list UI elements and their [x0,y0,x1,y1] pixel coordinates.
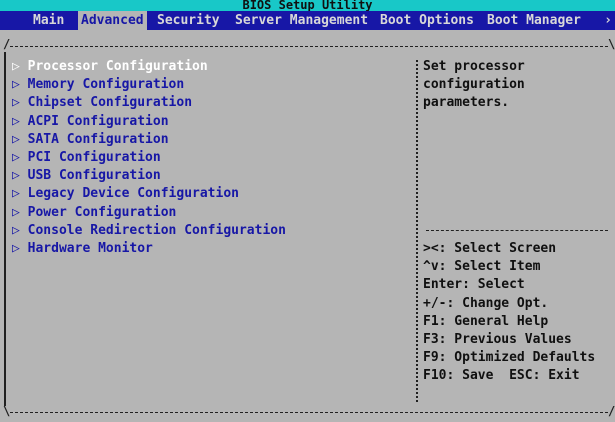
left-frame-line [4,52,6,406]
submenu-arrow-icon: ▷ [12,150,20,165]
help-text-line: configuration [423,77,525,93]
key-help-line: F9: Optimized Defaults [423,350,596,366]
menu-item-pci-configuration[interactable]: ▷ PCI Configuration [12,149,161,167]
menu-item-label: ACPI Configuration [27,113,169,129]
frame-corner-top-left: / [3,37,11,51]
tab-security[interactable]: Security [154,11,223,30]
menu-item-usb-configuration[interactable]: ▷ USB Configuration [12,167,161,185]
tab-boot-options[interactable]: Boot Options [377,11,477,30]
key-help-line: Enter: Select [423,277,525,293]
submenu-arrow-icon: ▷ [12,59,20,74]
help-text-line: Set processor [423,59,525,74]
menu-item-label: Memory Configuration [27,77,185,93]
tab-advanced[interactable]: Advanced [78,11,147,30]
menu-item-label: Legacy Device Configuration [27,186,239,202]
menu-item-sata-configuration[interactable]: ▷ SATA Configuration [12,131,169,149]
menu-item-label: Chipset Configuration [27,95,193,111]
divider-line [416,60,418,402]
bios-screen: BIOS Setup Utility Main Advanced Securit… [0,0,615,422]
submenu-arrow-icon: ▷ [12,168,20,184]
menu-item-processor-configuration[interactable]: ▷ Processor Configuration [12,58,208,76]
tab-server-management[interactable]: Server Management [232,11,371,30]
submenu-arrow-icon: ▷ [12,222,20,238]
menu-bar: Main Advanced Security Server Management… [0,11,615,30]
menu-item-label: SATA Configuration [27,131,169,147]
menu-item-label: Console Redirection Configuration [27,222,286,238]
key-help-line: ^v: Select Item [423,259,541,275]
submenu-arrow-icon: ▷ [12,95,20,111]
menu-item-label: PCI Configuration [27,150,161,165]
key-help-line: ><: Select Screen [423,241,557,256]
menu-item-label: Power Configuration [27,204,177,220]
key-help-line: +/-: Change Opt. [423,295,549,311]
key-help-line: F1: General Help [423,313,549,329]
submenu-arrow-icon: ▷ [12,113,20,129]
menu-item-label: Processor Configuration [27,59,208,74]
help-text-line: parameters. [423,95,510,111]
menu-item-acpi-configuration[interactable]: ▷ ACPI Configuration [12,113,169,131]
key-help-line: F10: Save ESC: Exit [423,368,580,384]
submenu-arrow-icon: ▷ [12,77,20,93]
menu-item-chipset-configuration[interactable]: ▷ Chipset Configuration [12,94,192,112]
menu-item-memory-configuration[interactable]: ▷ Memory Configuration [12,76,184,94]
menu-item-legacy-device-configuration[interactable]: ▷ Legacy Device Configuration [12,185,239,203]
top-frame-line [10,46,608,47]
submenu-arrow-icon: ▷ [12,204,20,220]
menu-item-power-configuration[interactable]: ▷ Power Configuration [12,204,176,222]
submenu-arrow-icon: ▷ [12,131,20,147]
key-help-line: F3: Previous Values [423,332,572,347]
menu-item-label: Hardware Monitor [27,241,153,256]
scroll-right-icon[interactable]: › [604,11,612,30]
menu-item-hardware-monitor[interactable]: ▷ Hardware Monitor [12,240,153,258]
tab-boot-manager[interactable]: Boot Manager [484,11,584,30]
help-separator-line [426,230,608,231]
frame-corner-bottom-right: / [608,404,615,418]
submenu-arrow-icon: ▷ [12,241,20,256]
tab-main[interactable]: Main [30,11,67,30]
frame-corner-top-right: \ [608,37,615,51]
submenu-arrow-icon: ▷ [12,186,20,202]
title-bar: BIOS Setup Utility [0,0,615,12]
menu-item-label: USB Configuration [27,168,161,184]
bottom-frame-line [10,412,608,413]
menu-item-console-redirection-configuration[interactable]: ▷ Console Redirection Configuration [12,222,286,240]
frame-corner-bottom-left: \ [3,404,11,418]
